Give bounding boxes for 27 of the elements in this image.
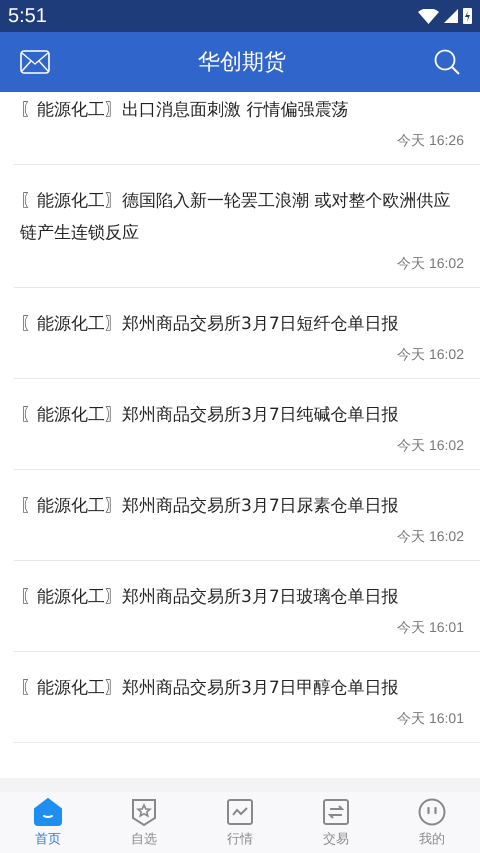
home-icon: [34, 798, 62, 826]
face-icon: [418, 798, 446, 826]
tab[interactable]: 首页: [0, 792, 96, 853]
news-time: 今天 16:02: [396, 255, 464, 273]
battery-icon: [463, 8, 472, 24]
mail-icon[interactable]: [20, 50, 50, 74]
search-icon[interactable]: [434, 49, 460, 75]
news-title[interactable]: 〖能源化工〗出口消息面刺激 行情偏强震荡: [20, 94, 464, 126]
news-time: 今天 16:02: [396, 528, 464, 546]
chart-icon: [226, 798, 254, 826]
news-time: 今天 16:26: [396, 132, 464, 150]
app-title: 华创期货: [198, 49, 286, 77]
wifi-icon: [418, 8, 439, 24]
exchange-icon: [322, 798, 350, 826]
news-title[interactable]: 〖能源化工〗郑州商品交易所3月7日短纤仓单日报: [20, 308, 464, 340]
news-time: 今天 16:02: [396, 437, 464, 455]
news-time: 今天 16:01: [396, 710, 464, 728]
news-title[interactable]: 〖能源化工〗德国陷入新一轮罢工浪潮 或对整个欧洲供应链产生连锁反应: [20, 185, 464, 249]
status-time: 5:51: [8, 4, 47, 28]
news-title[interactable]: 〖能源化工〗郑州商品交易所3月7日尿素仓单日报: [20, 490, 464, 522]
news-title[interactable]: 〖能源化工〗郑州商品交易所3月7日玻璃仓单日报: [20, 581, 464, 613]
news-title[interactable]: 〖能源化工〗郑州商品交易所3月7日甲醇仓单日报: [20, 672, 464, 704]
news-time: 今天 16:02: [396, 346, 464, 364]
news-title[interactable]: 〖能源化工〗郑州商品交易所3月7日纯碱仓单日报: [20, 399, 464, 431]
signal-icon: [444, 9, 458, 23]
news-time: 今天 16:01: [396, 619, 464, 637]
star-badge-icon: [130, 798, 158, 826]
